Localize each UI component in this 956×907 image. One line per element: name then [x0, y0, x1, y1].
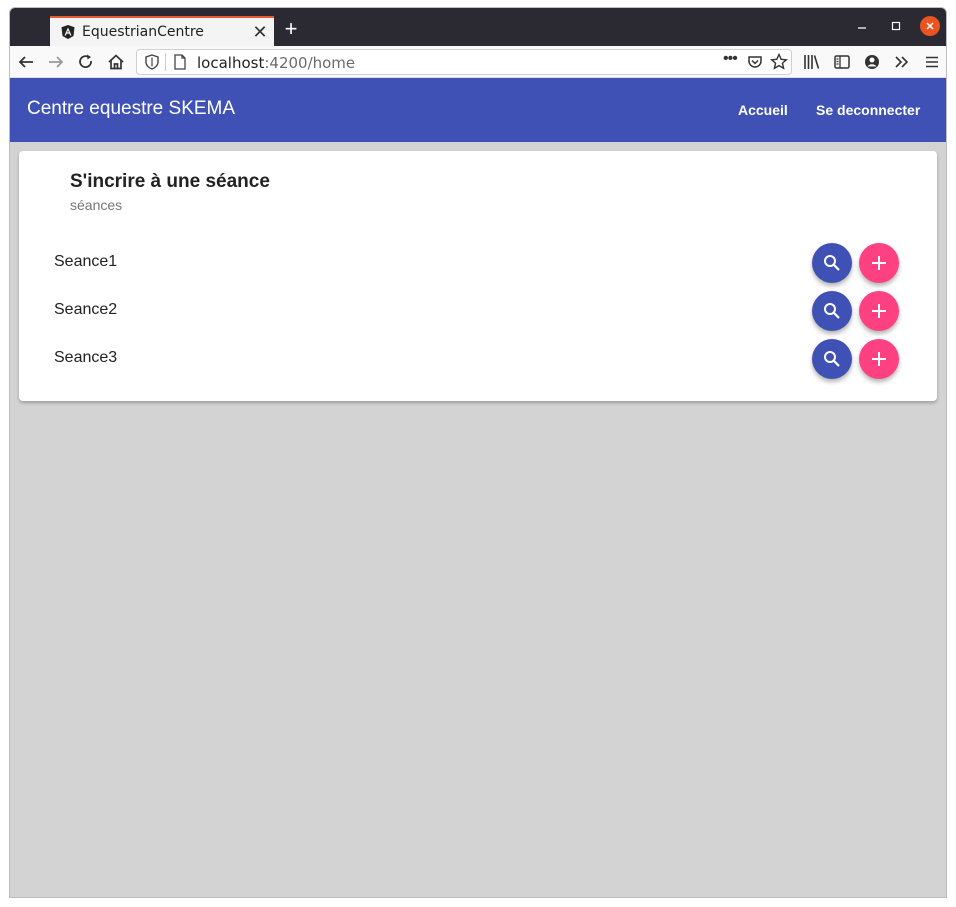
url-path: :4200/home [264, 54, 356, 72]
seance-label: Seance3 [54, 349, 118, 366]
search-button[interactable] [812, 339, 852, 379]
star-icon[interactable] [770, 53, 788, 71]
window-controls [852, 16, 940, 36]
add-button[interactable] [859, 291, 899, 331]
back-icon[interactable] [16, 52, 36, 72]
home-icon[interactable] [106, 52, 126, 72]
url-divider [165, 53, 166, 71]
tab-close-icon[interactable]: ✕ [246, 23, 274, 41]
plus-icon [872, 352, 886, 366]
add-button[interactable] [859, 339, 899, 379]
url-bar[interactable]: localhost:4200/home ••• [136, 49, 792, 75]
library-icon[interactable] [802, 52, 822, 72]
search-button[interactable] [812, 243, 852, 283]
url-host: localhost [197, 54, 265, 72]
app-title: Centre equestre SKEMA [27, 98, 236, 119]
list-item: Seance3 [19, 335, 937, 383]
list-item: Seance2 [19, 287, 937, 335]
accueil-button[interactable]: Accueil [738, 102, 788, 118]
sidebar-icon[interactable] [832, 52, 852, 72]
shield-icon[interactable] [145, 54, 159, 70]
tab-bar: EquestrianCentre ✕ + [10, 8, 946, 46]
page-icon [174, 54, 186, 70]
overflow-icon[interactable] [892, 52, 912, 72]
window-close-icon[interactable] [920, 16, 940, 36]
pocket-icon[interactable] [747, 54, 763, 70]
maximize-icon[interactable] [886, 16, 906, 36]
card-title: S'incrire à une séance [70, 171, 270, 192]
logout-button[interactable]: Se deconnecter [816, 102, 920, 118]
search-icon [824, 255, 840, 271]
angular-icon [61, 25, 75, 39]
plus-icon [872, 256, 886, 270]
search-button[interactable] [812, 291, 852, 331]
tab-title: EquestrianCentre [82, 24, 204, 40]
account-icon[interactable] [862, 52, 882, 72]
browser-window: EquestrianCentre ✕ + localhost:4200/home… [9, 7, 947, 898]
card-subtitle: séances [70, 197, 123, 213]
more-icon[interactable]: ••• [723, 50, 738, 68]
plus-icon [872, 304, 886, 318]
seance-label: Seance2 [54, 301, 118, 318]
navigation-bar: localhost:4200/home ••• [10, 46, 946, 78]
search-icon [824, 303, 840, 319]
add-button[interactable] [859, 243, 899, 283]
reload-icon[interactable] [76, 52, 96, 72]
seance-label: Seance1 [54, 253, 118, 270]
browser-tab[interactable]: EquestrianCentre ✕ [50, 16, 274, 46]
forward-icon[interactable] [46, 52, 66, 72]
menu-icon[interactable] [922, 52, 942, 72]
app-toolbar: Centre equestre SKEMA Accueil Se deconne… [10, 78, 946, 142]
minimize-icon[interactable] [852, 16, 872, 36]
new-tab-icon[interactable]: + [280, 18, 302, 40]
search-icon [824, 351, 840, 367]
list-item: Seance1 [19, 239, 937, 287]
seances-card: S'incrire à une séance séances Seance1 S… [19, 151, 937, 401]
url-text[interactable]: localhost:4200/home [197, 54, 355, 72]
